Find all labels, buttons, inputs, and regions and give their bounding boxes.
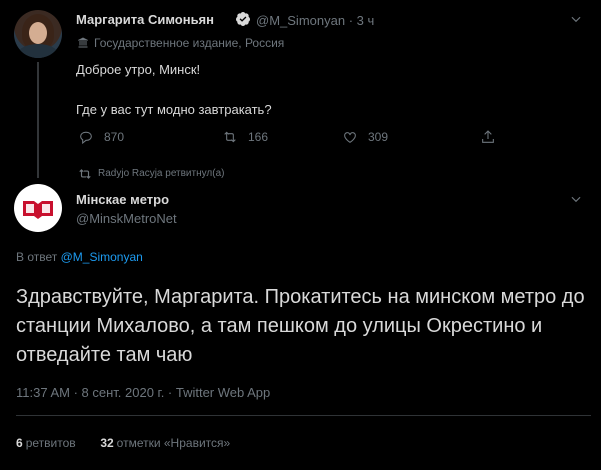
reply-mention-link[interactable]: @M_Simonyan	[61, 250, 143, 264]
reply-button[interactable]: 870	[78, 129, 124, 145]
author-handle[interactable]: @MinskMetroNet	[76, 211, 177, 226]
chevron-down-icon[interactable]	[569, 12, 583, 26]
divider	[16, 415, 591, 416]
thread-line	[37, 62, 39, 178]
tweet-text-line: Доброе утро, Минск!	[76, 62, 201, 77]
like-icon	[344, 132, 356, 143]
author-handle-and-time[interactable]: @M_Simonyan · 3 ч	[256, 13, 374, 28]
reply-count: 870	[104, 130, 125, 144]
reply-to-line: В ответ @M_Simonyan	[16, 250, 143, 264]
share-icon	[482, 130, 494, 143]
tweet-meta[interactable]: 11:37 AM · 8 сент. 2020 г. · Twitter Web…	[16, 385, 270, 400]
retweeted-by-label[interactable]: Radyjo Racyja ретвитнул(а)	[98, 168, 224, 179]
share-button[interactable]	[480, 129, 506, 145]
likes-stat[interactable]: 32 отметки «Нравится»	[100, 436, 230, 450]
author-name[interactable]: Мінскае метро	[76, 192, 169, 207]
chevron-down-icon[interactable]	[569, 192, 583, 206]
like-button[interactable]: 309	[342, 129, 388, 145]
reply-icon	[80, 131, 92, 145]
retweet-count: 166	[248, 130, 269, 144]
retweet-icon	[79, 169, 91, 179]
tweet-stats: 6 ретвитов 32 отметки «Нравится»	[16, 436, 230, 450]
tweet-text: Здравствуйте, Маргарита. Прокатитесь на …	[16, 286, 585, 366]
state-media-label[interactable]: Государственное издание, Россия	[94, 36, 284, 50]
retweets-stat[interactable]: 6 ретвитов	[16, 436, 76, 450]
author-name[interactable]: Маргарита Симоньян	[76, 12, 214, 27]
metro-logo-icon	[23, 201, 53, 219]
like-count: 309	[368, 130, 389, 144]
verified-icon	[236, 12, 250, 26]
author-avatar[interactable]	[14, 184, 62, 232]
retweet-icon	[224, 131, 236, 143]
tweet-text-line: Где у вас тут модно завтракать?	[76, 102, 272, 117]
state-media-icon	[78, 37, 88, 48]
retweet-button[interactable]: 166	[222, 129, 268, 145]
author-avatar[interactable]	[14, 10, 62, 58]
